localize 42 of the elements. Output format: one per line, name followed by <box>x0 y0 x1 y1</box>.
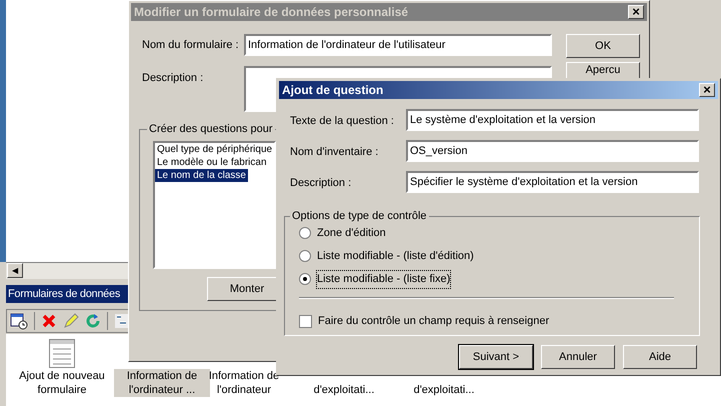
item-label[interactable]: d'exploitati... <box>412 383 476 397</box>
pencil-icon[interactable] <box>63 313 79 329</box>
radio-button[interactable] <box>299 273 311 286</box>
option-label[interactable]: Liste modifiable - (liste d'édition) <box>317 248 474 264</box>
item-label[interactable]: Information de l'ordinateur ... <box>114 369 210 397</box>
input-field[interactable]: Spécifier le système d'exploitation et la version <box>406 171 699 193</box>
radio-button[interactable] <box>299 227 311 240</box>
item-label[interactable]: Ajout de nouveau formulaire <box>14 369 110 397</box>
delete-icon[interactable] <box>41 313 57 329</box>
checkbox-label[interactable]: Faire du contrôle un champ requis à renseigner <box>318 313 550 330</box>
question-list[interactable]: Quel type de périphérique Le modèle ou le fabrican Le nom de la classe <box>153 141 276 269</box>
dialog-button[interactable]: Suivant > <box>459 345 533 369</box>
dialog-button[interactable]: OK <box>566 34 640 58</box>
group-title: Créer des questions pour <box>147 121 275 138</box>
close-button[interactable]: × <box>699 83 715 97</box>
input-field[interactable]: Le système d'exploitation et la version <box>406 109 699 131</box>
calendar-clock-icon[interactable] <box>10 312 28 330</box>
item-label[interactable]: d'exploitati... <box>312 383 376 397</box>
window-title: Modifier un formulaire de données personnalisé <box>134 4 408 21</box>
view-icon[interactable] <box>114 313 130 329</box>
input-field[interactable]: Information de l'ordinateur de l'utilisateur <box>244 34 552 56</box>
window-title: Ajout de question <box>282 82 384 99</box>
field-label: Nom du formulaire : <box>142 38 239 53</box>
option-label[interactable]: Zone d'édition <box>317 225 386 242</box>
list-item[interactable]: Le nom de la classe <box>155 169 248 182</box>
list-item[interactable]: Quel type de périphérique <box>155 143 274 156</box>
scroll-left-button[interactable]: ◀ <box>7 263 23 278</box>
list-item[interactable]: Le modèle ou le fabrican <box>155 156 269 169</box>
group-title: Options de type de contrôle <box>290 208 429 224</box>
field-label: Description : <box>142 71 204 86</box>
refresh-icon[interactable] <box>85 313 101 329</box>
field-label: Nom d'inventaire : <box>290 145 378 160</box>
form-icon[interactable] <box>49 339 75 368</box>
input-field[interactable]: OS_version <box>406 140 699 162</box>
dialog-button[interactable]: Aide <box>623 345 697 369</box>
option-label[interactable]: Liste modifiable - (liste fixe) <box>317 271 450 288</box>
field-label: Description : <box>290 176 352 191</box>
radio-button[interactable] <box>299 250 311 262</box>
field-label: Texte de la question : <box>290 114 394 129</box>
dialog-button[interactable]: Annuler <box>541 345 615 369</box>
close-button[interactable]: × <box>628 5 644 19</box>
checkbox[interactable] <box>299 314 312 328</box>
